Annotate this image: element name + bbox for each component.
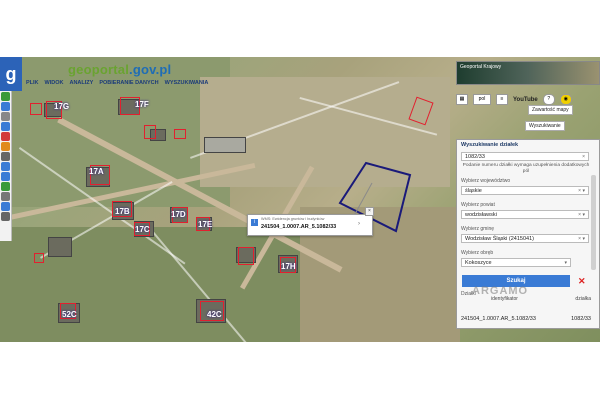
main-menu: PLIK WIDOK ANALIZY POBIERANIE DANYCH WYS… — [26, 80, 208, 86]
parcel-outline — [30, 103, 42, 115]
map-field — [0, 227, 300, 342]
wojewodztwo-select[interactable]: śląskie × ▾ — [461, 186, 589, 195]
wojewodztwo-label: Wybierz województwo — [461, 178, 511, 184]
language-select[interactable]: pol — [473, 94, 491, 105]
overview-map-label: Geoportal Krajowy — [460, 64, 502, 70]
grid-icon[interactable]: ▦ — [456, 94, 468, 105]
geoportal-logo[interactable]: g — [0, 57, 22, 91]
layers-icon[interactable] — [1, 102, 10, 111]
chevron-right-icon[interactable]: › — [358, 221, 360, 227]
parcel-outline — [238, 247, 254, 265]
powiat-label: Wybierz powiat — [461, 202, 495, 208]
menu-item-analizy[interactable]: ANALIZY — [69, 80, 93, 86]
gmina-value: Wodzisław Śląski (2415041) — [465, 236, 534, 242]
results-col-dzialka: działka — [575, 296, 591, 302]
parcel-label: 17G — [54, 102, 70, 111]
left-toolbar — [0, 91, 12, 241]
parcel-outline — [144, 125, 156, 139]
info-icon: i — [251, 219, 258, 226]
result-id: 241504_1.0007.AR_5.1082/33 — [461, 316, 536, 322]
building — [204, 137, 246, 153]
parcel-label: 42C — [207, 310, 222, 319]
youtube-link[interactable]: YouTube — [513, 97, 538, 103]
parcel-outline — [34, 253, 44, 263]
panel-note: Podanie numeru działki wymaga uzupełnien… — [462, 163, 590, 174]
share-icon[interactable] — [1, 202, 10, 211]
parcel-label: 17H — [281, 262, 296, 271]
menu-item-pobieranie[interactable]: POBIERANIE DANYCH — [99, 80, 158, 86]
pan-icon[interactable] — [1, 192, 10, 201]
zoom-in-icon[interactable] — [1, 162, 10, 171]
chevron-down-icon: × ▾ — [578, 212, 585, 218]
obreb-select[interactable]: Kokoszyce ▾ — [461, 258, 571, 267]
top-right-controls: ▦ pol ≡ YouTube ? ◉ — [456, 94, 572, 105]
globe-icon[interactable] — [1, 182, 10, 191]
search-tab-button[interactable]: Wyszukiwanie — [525, 121, 565, 131]
powiat-value: wodzisławski — [465, 212, 497, 218]
parcel-label: 52C — [62, 310, 77, 319]
parcel-label: 17F — [135, 100, 149, 109]
parcel-label: 17A — [89, 167, 104, 176]
menu-item-plik[interactable]: PLIK — [26, 80, 39, 86]
popup-value: 241504_1.0007.AR_5.1082/33 — [261, 224, 337, 230]
gmina-select[interactable]: Wodzisław Śląski (2415041) × ▾ — [461, 234, 589, 243]
list-icon[interactable]: ≡ — [496, 94, 508, 105]
brand-title[interactable]: geoportal.gov.pl — [68, 62, 171, 77]
menu-item-widok[interactable]: WIDOK — [45, 80, 64, 86]
obreb-label: Wybierz obręb — [461, 250, 494, 256]
zoom-out-icon[interactable] — [1, 172, 10, 181]
parcel-search-panel: Wyszukiwanie działek 1082/33 × Podanie n… — [456, 139, 600, 329]
gmina-label: Wybierz gminę — [461, 226, 495, 232]
measure-icon[interactable] — [1, 122, 10, 131]
brand-suffix: .gov.pl — [129, 62, 172, 77]
obreb-value: Kokoszyce — [465, 260, 492, 266]
draw-icon[interactable] — [1, 132, 10, 141]
powiat-select[interactable]: wodzisławski × ▾ — [461, 210, 589, 219]
wojewodztwo-value: śląskie — [465, 188, 482, 194]
parcel-number-value: 1082/33 — [465, 154, 485, 160]
chevron-down-icon: × ▾ — [578, 236, 585, 242]
chevron-down-icon: ▾ — [564, 260, 567, 266]
parcel-label: 17B — [115, 207, 130, 216]
panel-scrollbar[interactable] — [591, 175, 596, 270]
parcel-number-input[interactable]: 1082/33 × — [461, 152, 589, 161]
settings-icon[interactable] — [1, 212, 10, 221]
map-content-button[interactable]: Zawartość mapy — [528, 105, 573, 115]
parcel-label: 17D — [171, 210, 186, 219]
building — [48, 237, 72, 257]
clear-icon[interactable]: × — [582, 153, 585, 162]
pin-icon[interactable] — [1, 142, 10, 151]
parcel-outline — [174, 129, 186, 139]
panel-title: Wyszukiwanie działek — [461, 142, 519, 148]
help-icon[interactable]: ? — [542, 94, 555, 105]
feature-info-popup[interactable]: i WMS: Ewidencja gruntów i budynków 2415… — [247, 214, 373, 236]
parcel-label: 17C — [135, 225, 150, 234]
clear-button[interactable]: ✕ — [578, 276, 586, 287]
search-icon[interactable] — [1, 152, 10, 161]
watermark: ARGAMO — [472, 285, 529, 297]
results-row[interactable]: 241504_1.0007.AR_5.1082/33 1082/33 — [461, 316, 591, 322]
popup-title: WMS: Ewidencja gruntów i budynków — [261, 217, 325, 221]
menu-item-wyszukiwania[interactable]: WYSZUKIWANIA — [165, 80, 209, 86]
result-dzialka: 1082/33 — [571, 316, 591, 322]
parcel-label: 17E — [198, 220, 213, 229]
print-icon[interactable] — [1, 112, 10, 121]
chevron-down-icon: × ▾ — [578, 188, 585, 194]
eye-icon[interactable]: ◉ — [559, 94, 572, 105]
brand-prefix: geoportal — [68, 62, 130, 77]
close-icon[interactable]: × — [365, 207, 374, 216]
info-icon[interactable] — [1, 92, 10, 101]
